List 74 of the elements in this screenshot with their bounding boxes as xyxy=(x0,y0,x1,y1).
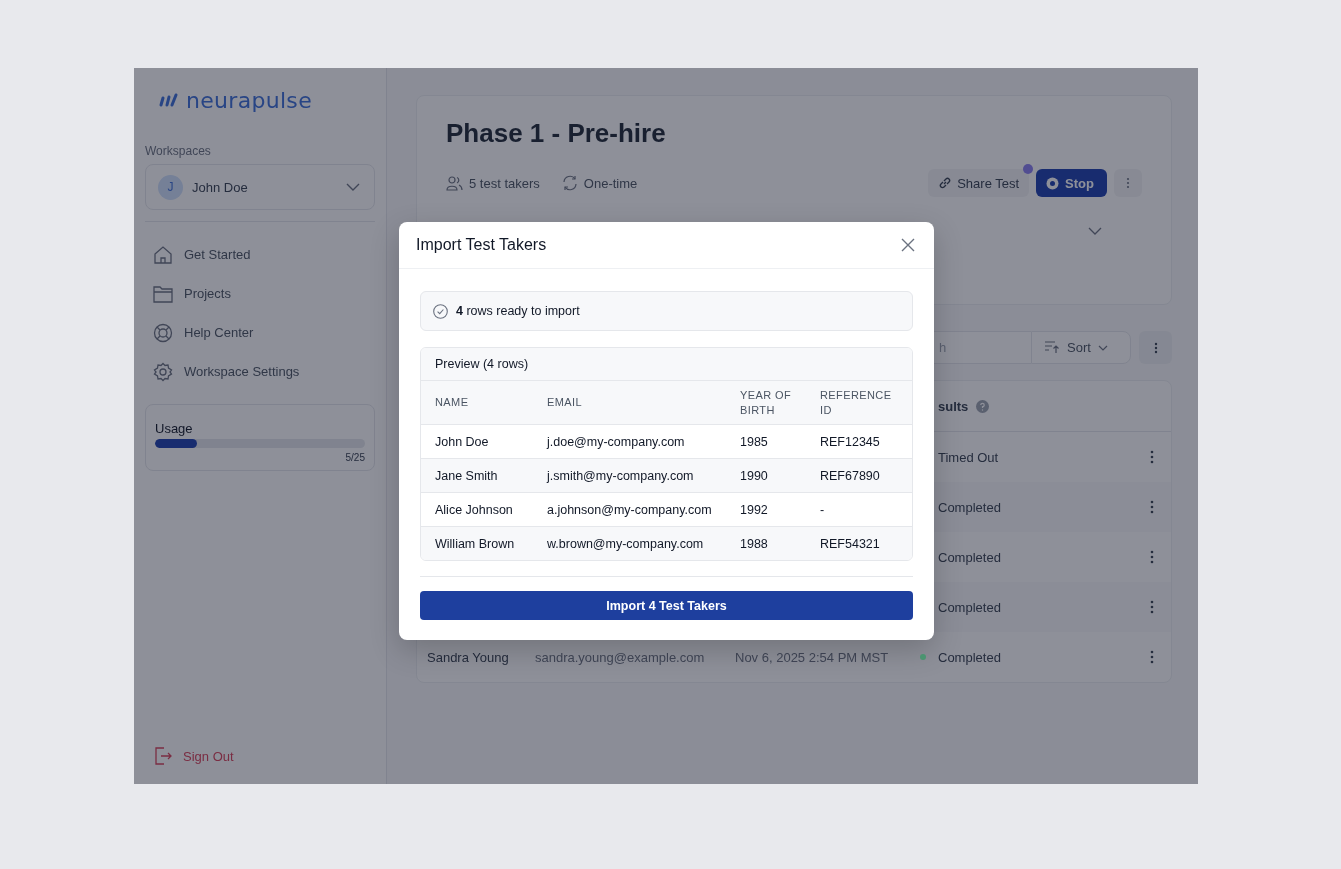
table-cell-text: Timed Out xyxy=(938,449,1000,465)
share-test-button[interactable]: Share Test xyxy=(928,169,1030,197)
users-icon xyxy=(446,175,463,191)
table-cell-text: Completed xyxy=(938,499,1002,515)
workspaces-label: Workspaces xyxy=(145,144,212,158)
stop-icon xyxy=(1046,176,1060,190)
avatar: J xyxy=(158,174,183,200)
test-takers-count: 5 test takers xyxy=(469,175,540,191)
logo-text: neurapulse xyxy=(186,87,312,113)
kebab-icon[interactable] xyxy=(1150,450,1154,464)
chevron-down-icon xyxy=(1097,344,1108,351)
sign-out-link[interactable]: Sign Out xyxy=(145,746,375,766)
sort-icon xyxy=(1044,341,1060,354)
column-header: EMAIL xyxy=(547,395,583,410)
table-cell-text: - xyxy=(820,502,826,517)
column-header: YEAR OF BIRTH xyxy=(740,387,793,418)
sign-out-icon xyxy=(153,746,173,766)
nav-item[interactable]: Projects xyxy=(145,279,375,308)
close-icon[interactable] xyxy=(901,238,915,252)
table-cell-text: 1992 xyxy=(740,502,769,517)
sort-button[interactable]: Sort xyxy=(1031,331,1131,364)
help-icon xyxy=(976,399,990,413)
workspace-name: John Doe xyxy=(192,179,249,195)
chevron-down-icon xyxy=(346,183,360,191)
table-cell-text: j.doe@my-company.com xyxy=(547,434,686,449)
refresh-icon xyxy=(561,175,578,191)
folder-icon xyxy=(153,284,173,303)
table-cell-text: John Doe xyxy=(435,434,490,449)
table-cell-text: REF54321 xyxy=(820,536,881,551)
usage-label: Usage xyxy=(155,421,194,436)
dialog-title: Import Test Takers xyxy=(416,236,547,254)
kebab-icon[interactable] xyxy=(1150,500,1154,514)
frequency-label: One-time xyxy=(583,175,638,191)
table-cell-text: j.smith@my-company.com xyxy=(547,468,695,483)
table-cell-text: 1990 xyxy=(740,468,769,483)
table-cell-text: REF12345 xyxy=(820,434,881,449)
table-cell: Nov 6, 2025 2:54 PM MST xyxy=(735,649,889,665)
column-header: NAME xyxy=(435,395,470,410)
table-cell-text: 1988 xyxy=(740,536,769,551)
usage-count: 5/25 xyxy=(344,452,365,463)
chevron-down-icon xyxy=(1088,227,1102,235)
settings-icon xyxy=(153,361,173,382)
workspace-select[interactable]: J John Doe xyxy=(145,164,375,210)
table-cell-text: Completed xyxy=(938,599,1002,615)
table-cell-text: REF67890 xyxy=(820,468,881,483)
column-header: sults xyxy=(938,398,969,414)
table-cell-text: w.brown@my-company.com xyxy=(547,536,705,551)
link-icon xyxy=(938,176,953,190)
table-cell: Sandra Young xyxy=(427,649,509,665)
nav-item[interactable]: Get Started xyxy=(145,240,375,269)
table-cell-text: 1985 xyxy=(740,434,769,449)
kebab-icon[interactable] xyxy=(1150,550,1154,564)
logo-icon xyxy=(158,93,180,107)
import-button[interactable]: Import 4 Test Takers xyxy=(420,591,913,620)
kebab-icon[interactable] xyxy=(1150,600,1154,614)
kebab-icon xyxy=(1153,341,1158,354)
stop-button[interactable]: Stop xyxy=(1036,169,1107,197)
table-cell: sandra.young@example.com xyxy=(535,649,705,665)
kebab-icon[interactable] xyxy=(1150,650,1154,664)
preview-title: Preview (4 rows) xyxy=(421,348,912,381)
nav-item[interactable]: Help Center xyxy=(145,318,375,347)
table-cell-text: a.johnson@my-company.com xyxy=(547,502,713,517)
table-cell-text: William Brown xyxy=(435,536,516,551)
table-cell-text: Completed xyxy=(938,649,1002,665)
table-cell-text: Alice Johnson xyxy=(435,502,514,517)
check-circle-icon xyxy=(433,303,448,319)
summary-text: 4 rows ready to import xyxy=(456,304,580,318)
page-title: Phase 1 - Pre-hire xyxy=(446,118,667,149)
home-icon xyxy=(153,244,173,265)
lifebuoy-icon xyxy=(153,322,173,343)
table-cell-text: Completed xyxy=(938,549,1002,565)
kebab-icon xyxy=(1126,177,1130,189)
nav-item[interactable]: Workspace Settings xyxy=(145,357,375,386)
table-cell-text: Jane Smith xyxy=(435,468,499,483)
